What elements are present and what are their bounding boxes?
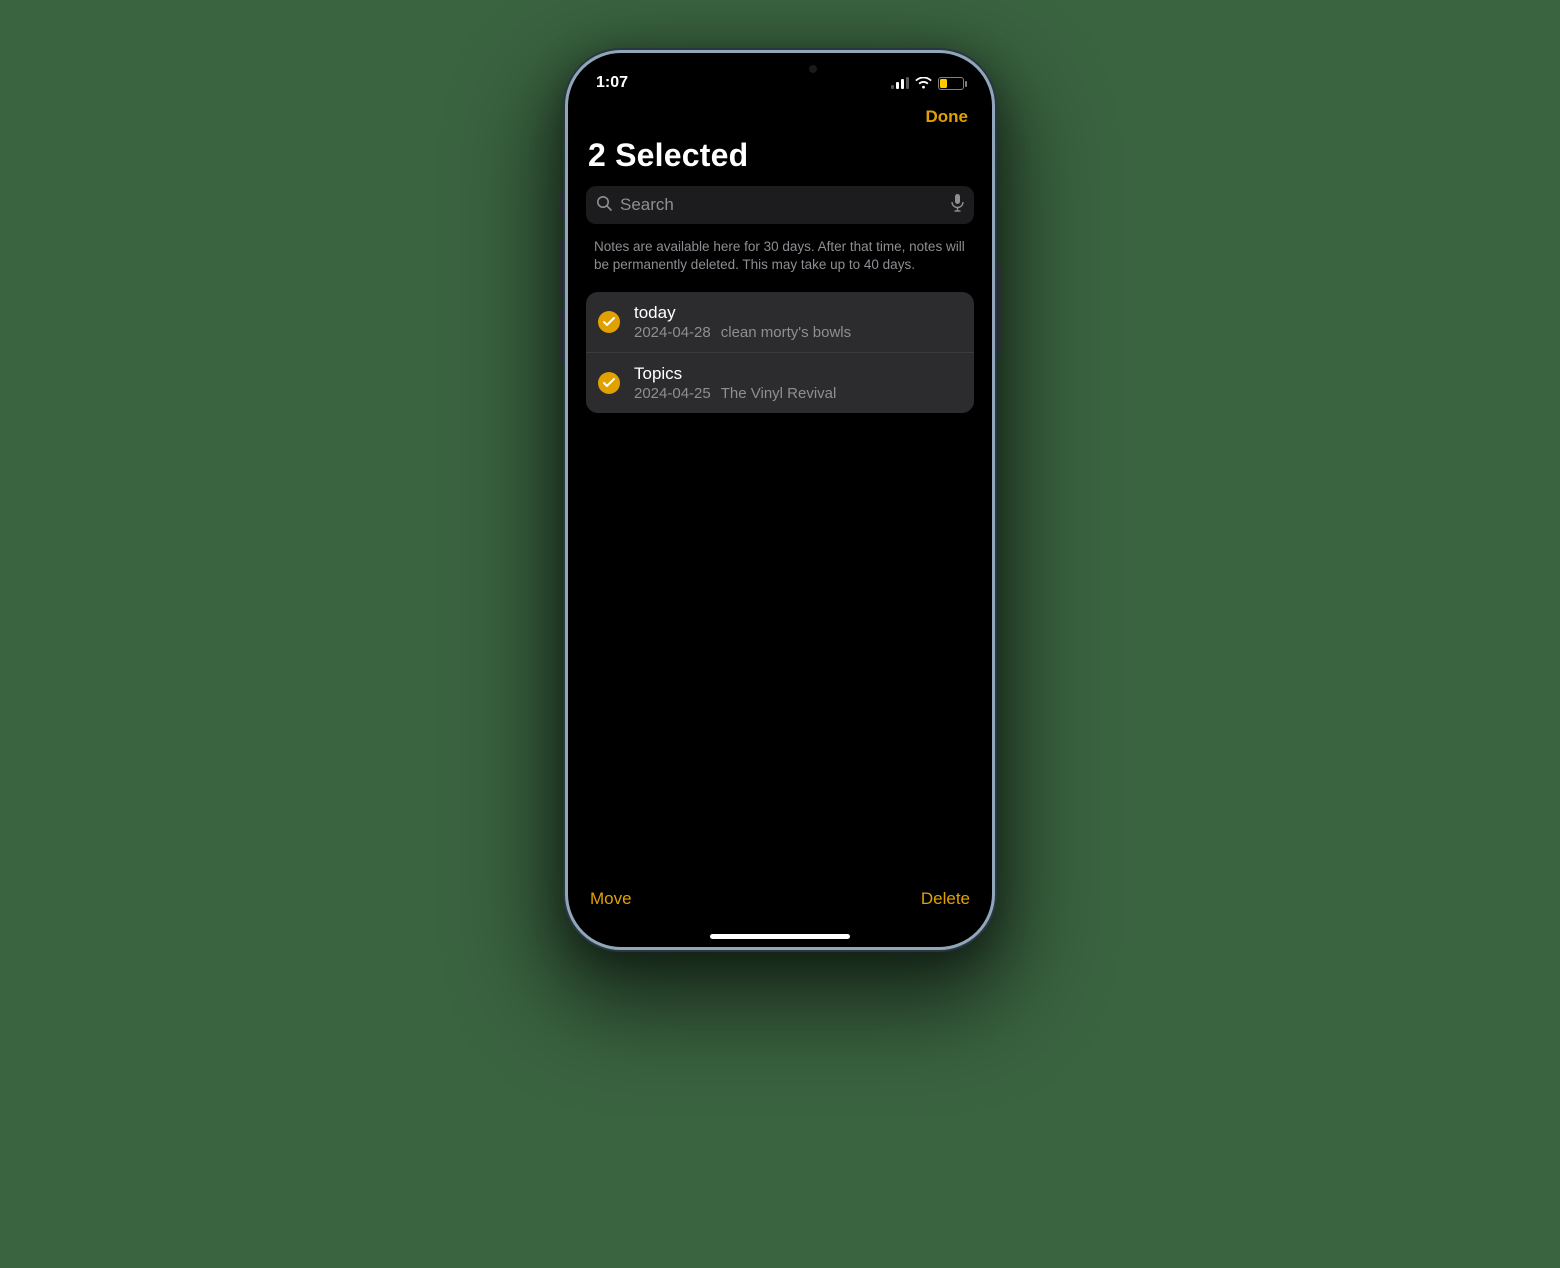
note-date: 2024-04-25: [634, 385, 711, 402]
mute-switch: [559, 190, 564, 218]
notes-list: today 2024-04-28 clean morty's bowls Top…: [586, 292, 974, 413]
note-title: Topics: [634, 364, 960, 384]
cellular-signal-icon: [891, 77, 909, 89]
microphone-icon[interactable]: [951, 194, 964, 217]
note-date: 2024-04-28: [634, 324, 711, 341]
done-button[interactable]: Done: [926, 107, 969, 127]
home-indicator[interactable]: [710, 934, 850, 939]
bottom-toolbar: Move Delete: [568, 889, 992, 929]
page-title: 2 Selected: [588, 137, 972, 174]
selected-checkmark-icon[interactable]: [598, 311, 620, 333]
volume-down-button: [559, 308, 564, 364]
delete-button[interactable]: Delete: [921, 889, 970, 909]
note-row[interactable]: today 2024-04-28 clean morty's bowls: [586, 292, 974, 352]
screen: 1:07 Done 2 Selected: [568, 53, 992, 947]
retention-info: Notes are available here for 30 days. Af…: [586, 238, 974, 274]
search-icon: [596, 195, 612, 216]
selected-checkmark-icon[interactable]: [598, 372, 620, 394]
battery-icon: [938, 77, 964, 90]
status-icons: [891, 77, 964, 90]
status-time: 1:07: [596, 74, 628, 92]
search-input[interactable]: [620, 195, 943, 215]
search-field[interactable]: [586, 186, 974, 224]
wifi-icon: [915, 77, 932, 90]
note-row[interactable]: Topics 2024-04-25 The Vinyl Revival: [586, 352, 974, 413]
device-frame: 1:07 Done 2 Selected: [565, 50, 995, 950]
power-button: [996, 265, 1001, 355]
notch: [705, 53, 855, 83]
move-button[interactable]: Move: [590, 889, 632, 909]
note-preview: clean morty's bowls: [721, 324, 851, 341]
note-title: today: [634, 303, 960, 323]
nav-bar: Done: [586, 101, 974, 135]
volume-up-button: [559, 240, 564, 296]
note-preview: The Vinyl Revival: [721, 385, 837, 402]
